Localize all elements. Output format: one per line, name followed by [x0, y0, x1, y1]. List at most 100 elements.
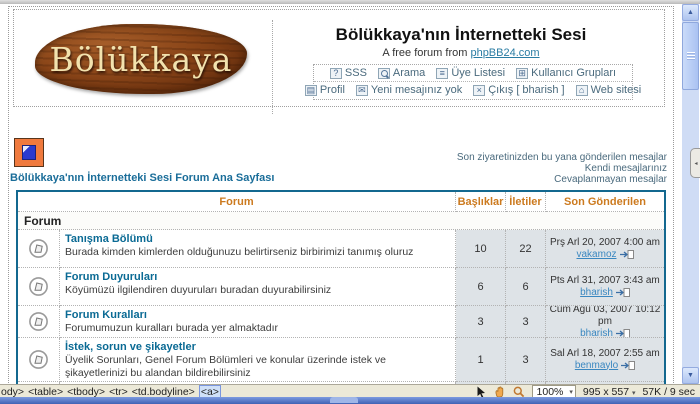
nav-web-sitesi-label: Web sitesi [591, 84, 642, 96]
nav-links-box: ?SSS Arama ≡Üye Listesi ⊞Kullanıcı Grupl… [313, 64, 633, 100]
goto-last-post-icon[interactable] [616, 288, 630, 297]
last-post-user-link[interactable]: benmaylo [575, 360, 618, 372]
last-post-cell: Cum Ağu 03, 2007 10:12 pm bharish [546, 306, 664, 338]
subtitle-prefix: A free forum from [382, 47, 470, 59]
question-icon: ? [330, 68, 342, 79]
nav-arama[interactable]: Arama [378, 67, 425, 79]
zoom-level-value: 100% [537, 386, 564, 398]
vertical-scrollbar[interactable]: ▲ ▼ [682, 4, 699, 384]
tag-body[interactable]: ody> [1, 386, 24, 398]
forum-table-header: Forum Başlıklar İletiler Son Gönderilen [18, 192, 664, 212]
website-icon: ⌂ [576, 85, 588, 96]
nav-web-sitesi[interactable]: ⌂Web sitesi [576, 84, 642, 96]
scroll-down-button[interactable]: ▼ [682, 367, 699, 384]
nav-mesajlar[interactable]: ✉Yeni mesajınız yok [356, 84, 462, 96]
site-logo[interactable]: Bölükkaya [35, 24, 247, 94]
column-header-posts: İletiler [506, 192, 546, 212]
table-row: Forum Duyuruları Köyümüzü ilgilendiren d… [18, 268, 664, 306]
category-row[interactable]: Forum [18, 212, 664, 230]
last-post-cell: Sal Arl 18, 2007 2:55 am benmaylo [546, 338, 664, 382]
nav-sss-label: SSS [345, 67, 367, 79]
selected-image-placeholder[interactable] [14, 138, 44, 167]
forum-link[interactable]: Tanışma Bölümü [65, 233, 450, 245]
last-post-user-link[interactable]: bharish [580, 328, 613, 339]
table-row: İstek, sorun ve şikayetler Üyelik Sorunl… [18, 338, 664, 382]
taskbar-edge [0, 397, 700, 404]
column-header-topics: Başlıklar [456, 192, 506, 212]
forum-link[interactable]: Forum Kuralları [65, 309, 450, 321]
forum-link[interactable]: Forum Duyuruları [65, 271, 450, 283]
last-post-cell: Pts Arl 31, 2007 3:43 am bharish [546, 268, 664, 306]
select-tool-icon[interactable] [476, 386, 487, 398]
folder-icon [18, 306, 60, 338]
tag-tr[interactable]: <tr> [109, 386, 128, 398]
window-size-value: 995 x 557 [583, 386, 629, 398]
tag-td-bodyline[interactable]: <td.bodyline> [132, 386, 195, 398]
tag-tbody[interactable]: <tbody> [67, 386, 105, 398]
table-row: Forum Kuralları Forumumuzun kuralları bu… [18, 306, 664, 338]
nav-row-2: ▤Profil ✉Yeni mesajınız yok ×Çıkış [ bha… [314, 82, 632, 98]
window-top-edge [0, 0, 700, 4]
nav-cikis[interactable]: ×Çıkış [ bharish ] [473, 84, 564, 96]
goto-last-post-icon[interactable] [621, 361, 635, 370]
posts-count: 3 [506, 306, 546, 338]
topics-count: 3 [456, 306, 506, 338]
forum-description: Köyümüzü ilgilendiren duyuruları buradan… [65, 284, 450, 297]
topics-count: 10 [456, 230, 506, 268]
nav-uye-listesi-label: Üye Listesi [451, 67, 505, 79]
zoom-tool-icon[interactable] [513, 386, 525, 398]
last-post-user-link[interactable]: bharish [580, 287, 613, 299]
page-title: Bölükkaya'nın İnternetteki Sesi [268, 25, 654, 45]
forum-description: Burada kimden kimlerden olduğunuzu belir… [65, 246, 450, 259]
posts-count: 6 [506, 268, 546, 306]
posts-count: 22 [506, 230, 546, 268]
search-icon [378, 68, 390, 79]
folder-icon [18, 338, 60, 382]
column-header-forum: Forum [18, 192, 456, 212]
posts-count: 3 [506, 338, 546, 382]
forum-link[interactable]: İstek, sorun ve şikayetler [65, 341, 450, 353]
last-post-date: Sal Arl 18, 2007 2:55 am [550, 348, 660, 360]
nav-uye-listesi[interactable]: ≡Üye Listesi [436, 67, 505, 79]
dreamweaver-design-view: Bölükkaya Bölükkaya'nın İnternetteki Ses… [0, 0, 700, 404]
forum-index-link[interactable]: Bölükkaya'nın İnternetteki Sesi Forum An… [10, 172, 274, 184]
last-post-date: Cum Ağu 03, 2007 10:12 pm [546, 306, 664, 328]
nav-profil[interactable]: ▤Profil [305, 84, 345, 96]
quick-links: Son ziyaretinizden bu yana gönderilen me… [457, 152, 667, 185]
site-logo-text: Bölükkaya [50, 40, 233, 79]
goto-last-post-icon[interactable] [620, 250, 634, 259]
column-header-lastpost: Son Gönderilen [546, 192, 664, 212]
nav-arama-label: Arama [393, 67, 425, 79]
last-post-user-link[interactable]: vakamoz [576, 249, 616, 261]
folder-icon [18, 268, 60, 306]
taskbar-edge-highlight [330, 397, 358, 403]
profile-icon: ▤ [305, 85, 317, 96]
logout-icon: × [473, 85, 485, 96]
page-subtitle: A free forum from phpBB24.com [268, 47, 654, 59]
nav-sss[interactable]: ?SSS [330, 67, 367, 79]
panel-collapse-tab[interactable]: ◂ [690, 148, 700, 178]
folder-icon [18, 230, 60, 268]
forum-description: Forumumuzun kuralları burada yer almakta… [65, 322, 450, 335]
phpbb24-link[interactable]: phpBB24.com [470, 47, 539, 59]
link-unanswered[interactable]: Cevaplanmayan mesajlar [457, 174, 667, 185]
last-post-cell: Prş Arl 20, 2007 4:00 am vakamoz [546, 230, 664, 268]
link-own-posts[interactable]: Kendi mesajlarınız [457, 163, 667, 174]
window-size-dropdown[interactable]: 995 x 557 ▾ [583, 386, 636, 398]
tag-table[interactable]: <table> [28, 386, 63, 398]
memberlist-icon: ≡ [436, 68, 448, 79]
table-row: Tanışma Bölümü Burada kimden kimlerden o… [18, 230, 664, 268]
scrollbar-thumb[interactable] [682, 22, 699, 90]
download-stats: 57K / 9 sec [642, 386, 695, 398]
nav-mesajlar-label: Yeni mesajınız yok [371, 84, 462, 96]
broken-image-icon [22, 145, 36, 160]
nav-kullanici-gruplari-label: Kullanıcı Grupları [531, 67, 616, 79]
nav-kullanici-gruplari[interactable]: ⊞Kullanıcı Grupları [516, 67, 616, 79]
status-bar: ody> <table> <tbody> <tr> <td.bodyline> … [0, 384, 700, 398]
chevron-down-icon: ▾ [632, 390, 636, 397]
goto-last-post-icon[interactable] [616, 329, 630, 338]
forum-description: Üyelik Sorunları, Genel Forum Bölümleri … [65, 354, 450, 379]
scroll-up-button[interactable]: ▲ [682, 4, 699, 21]
hand-tool-icon[interactable] [494, 386, 506, 398]
link-new-since-visit[interactable]: Son ziyaretinizden bu yana gönderilen me… [457, 152, 667, 163]
